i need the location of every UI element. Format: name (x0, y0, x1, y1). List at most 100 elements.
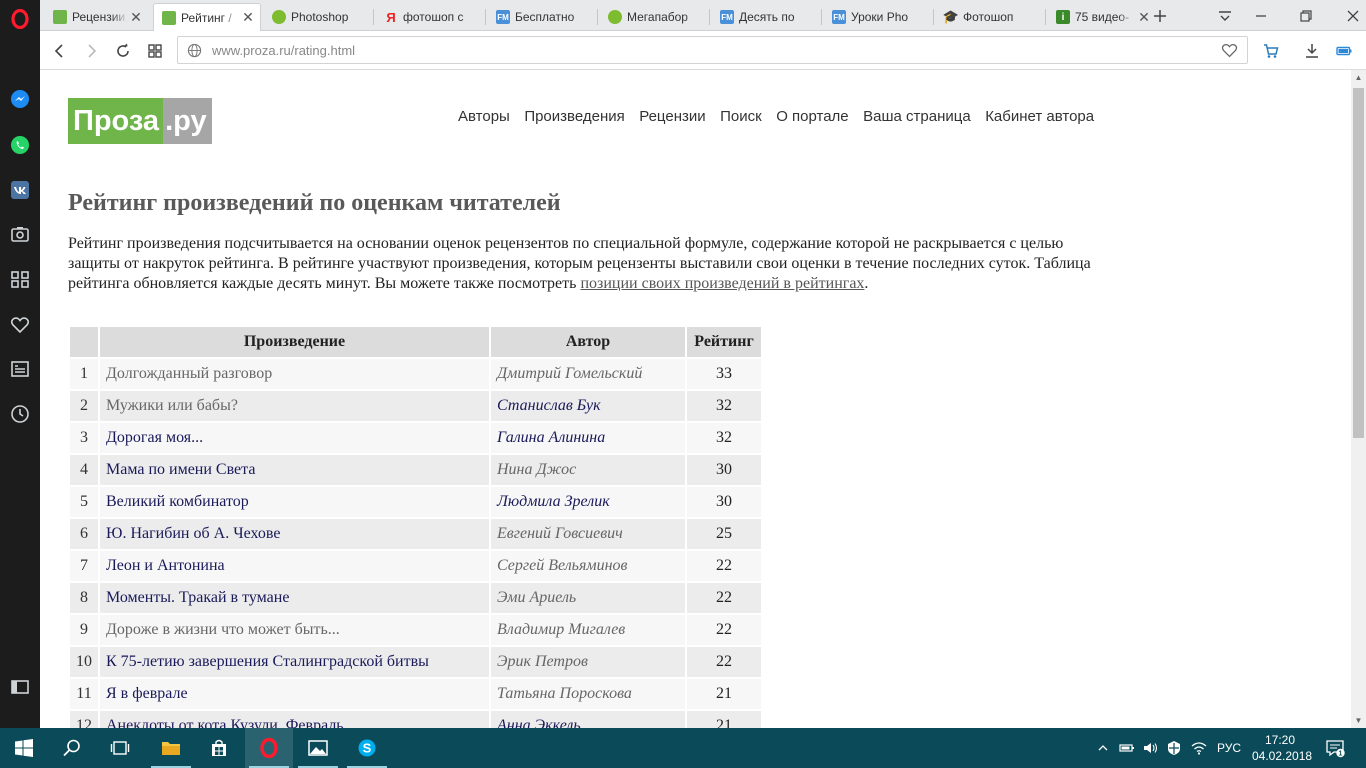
tab-active[interactable]: Рейтинг / ✕ (153, 3, 261, 31)
battery-saver-icon[interactable] (1333, 40, 1355, 62)
site-logo[interactable]: Проза .ру (68, 98, 212, 144)
scroll-down-icon[interactable]: ▼ (1354, 716, 1363, 725)
opera-taskbar-icon[interactable] (245, 728, 293, 768)
wifi-icon[interactable] (1188, 728, 1210, 768)
forward-icon[interactable] (80, 40, 102, 62)
nav-your-page[interactable]: Ваша страница (863, 108, 971, 125)
author-link[interactable]: Галина Алинина (491, 423, 685, 453)
skype-icon[interactable]: S (343, 728, 391, 768)
author-link[interactable]: Сергей Вельяминов (491, 551, 685, 581)
url-host: www.proza.ru (212, 43, 291, 58)
store-icon[interactable] (195, 728, 243, 768)
tab-menu-icon[interactable] (1214, 5, 1236, 27)
tray-chevron-icon[interactable] (1092, 728, 1114, 768)
author-link[interactable]: Татьяна Пороскова (491, 679, 685, 709)
nav-reviews[interactable]: Рецензии (639, 108, 705, 125)
close-tab-icon[interactable]: ✕ (128, 9, 144, 26)
tab[interactable]: FM Бесплатно (488, 3, 596, 31)
close-tab-icon[interactable]: ✕ (240, 9, 256, 26)
camera-icon[interactable] (9, 223, 31, 245)
rating-positions-link[interactable]: позиции своих произведений в рейтингах (580, 275, 864, 292)
nav-authors[interactable]: Авторы (458, 108, 510, 125)
author-link[interactable]: Анна Эккель (491, 711, 685, 728)
tabs-grid-icon[interactable] (144, 40, 166, 62)
back-icon[interactable] (49, 40, 71, 62)
author-link[interactable]: Эрик Петров (491, 647, 685, 677)
task-view-icon[interactable] (96, 728, 144, 768)
work-link[interactable]: Ю. Нагибин об А. Чехове (100, 519, 489, 549)
news-icon[interactable] (9, 358, 31, 380)
tab[interactable]: Мегапабор (600, 3, 708, 31)
opera-menu-icon[interactable] (9, 8, 31, 30)
clock-date: 04.02.2018 (1252, 749, 1313, 763)
author-link[interactable]: Владимир Мигалев (491, 615, 685, 645)
work-link[interactable]: Мужики или бабы? (100, 391, 489, 421)
url-text: www.proza.ru/rating.html (212, 43, 355, 58)
author-link[interactable]: Станислав Бук (491, 391, 685, 421)
work-link[interactable]: Я в феврале (100, 679, 489, 709)
url-input[interactable]: www.proza.ru/rating.html (177, 36, 1248, 64)
tab[interactable]: 🎓 Фотошоп (936, 3, 1044, 31)
file-explorer-icon[interactable] (147, 728, 195, 768)
globe-icon (187, 43, 203, 59)
work-link[interactable]: Дорогая моя... (100, 423, 489, 453)
author-link[interactable]: Евгений Говсиевич (491, 519, 685, 549)
language-indicator[interactable]: РУС (1212, 728, 1246, 768)
work-link[interactable]: Мама по имени Света (100, 455, 489, 485)
sidebar-toggle-icon[interactable] (9, 676, 31, 698)
author-link[interactable]: Нина Джос (491, 455, 685, 485)
volume-icon[interactable] (1140, 728, 1162, 768)
nav-search[interactable]: Поиск (720, 108, 762, 125)
nav-author-cabinet[interactable]: Кабинет автора (985, 108, 1094, 125)
tab[interactable]: FM Десять по (712, 3, 820, 31)
work-link[interactable]: Леон и Антонина (100, 551, 489, 581)
author-link[interactable]: Эми Ариель (491, 583, 685, 613)
messenger-icon[interactable] (9, 88, 31, 110)
tab[interactable]: Я фотошоп с (376, 3, 484, 31)
new-tab-icon[interactable] (1149, 5, 1171, 27)
nav-works[interactable]: Произведения (524, 108, 624, 125)
page-scrollbar[interactable]: ▲ ▼ (1351, 70, 1366, 728)
fm-favicon-icon: FM (720, 10, 734, 24)
heart-icon[interactable] (9, 314, 31, 336)
speed-dial-icon[interactable] (9, 268, 31, 290)
clock[interactable]: 17:20 04.02.2018 (1252, 732, 1313, 764)
scrollbar-thumb[interactable] (1353, 88, 1364, 438)
notifications-icon[interactable]: 1 (1318, 728, 1352, 768)
bookmark-heart-icon[interactable] (1221, 42, 1239, 60)
author-link[interactable]: Дмитрий Гомельский (491, 359, 685, 389)
header-number (70, 327, 98, 357)
work-link[interactable]: Моменты. Тракай в тумане (100, 583, 489, 613)
nav-about[interactable]: О портале (776, 108, 848, 125)
tab[interactable]: i 75 видео- ✕ (1048, 3, 1156, 31)
minimize-icon[interactable] (1250, 5, 1272, 27)
battery-icon[interactable] (1116, 728, 1138, 768)
scroll-up-icon[interactable]: ▲ (1354, 73, 1363, 82)
start-windows-icon[interactable] (0, 728, 48, 768)
network-icon[interactable] (1163, 728, 1185, 768)
reload-icon[interactable] (112, 40, 134, 62)
whatsapp-icon[interactable] (9, 134, 31, 156)
yandex-favicon-icon: Я (386, 9, 396, 25)
restore-icon[interactable] (1295, 5, 1317, 27)
author-link[interactable]: Людмила Зрелик (491, 487, 685, 517)
cart-icon[interactable] (1260, 40, 1282, 62)
work-link[interactable]: Великий комбинатор (100, 487, 489, 517)
rating-value: 25 (687, 519, 761, 549)
web-page: Проза .ру Авторы Произведения Рецензии По… (40, 70, 1351, 728)
header-author: Автор (491, 327, 685, 357)
tab[interactable]: Рецензии ✕ (45, 3, 148, 31)
vk-icon[interactable] (9, 179, 31, 201)
tab[interactable]: FM Уроки Pho (824, 3, 932, 31)
work-link[interactable]: Анекдоты от кота Кузули. Февраль (100, 711, 489, 728)
photos-icon[interactable] (294, 728, 342, 768)
close-window-icon[interactable] (1342, 5, 1364, 27)
work-link[interactable]: Дороже в жизни что может быть... (100, 615, 489, 645)
history-icon[interactable] (9, 403, 31, 425)
tab-title: Уроки Pho (851, 10, 909, 24)
search-icon[interactable] (48, 728, 96, 768)
work-link[interactable]: К 75-летию завершения Сталинградской бит… (100, 647, 489, 677)
work-link[interactable]: Долгожданный разговор (100, 359, 489, 389)
tab[interactable]: Photoshop (264, 3, 372, 31)
download-icon[interactable] (1301, 40, 1323, 62)
